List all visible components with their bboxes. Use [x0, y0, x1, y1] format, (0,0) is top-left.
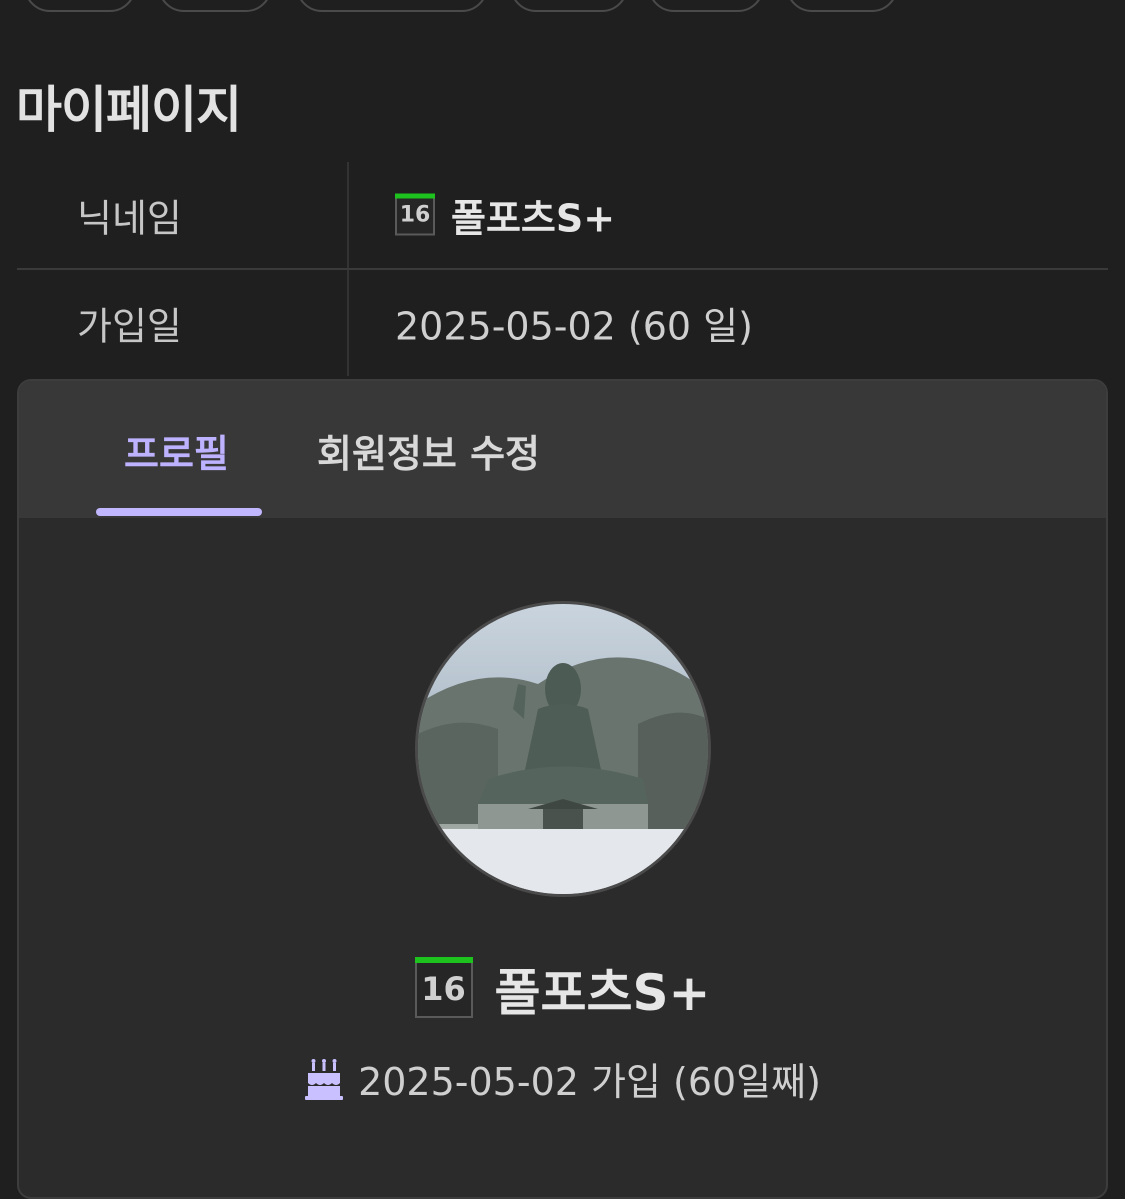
- active-tab-indicator: [96, 508, 262, 516]
- filter-chip[interactable]: [786, 0, 898, 12]
- joined-info: 2025-05-02 가입 (60일째): [19, 1051, 1106, 1106]
- joined-value: 2025-05-02 (60 일): [395, 304, 753, 349]
- level-badge: 16: [414, 957, 473, 1018]
- filter-chip[interactable]: [510, 0, 628, 12]
- profile-name-row: 16 폴포츠S+: [19, 953, 1106, 1025]
- nickname-value: 16 폴포츠S+: [395, 188, 615, 243]
- joined-label: 가입일: [77, 304, 182, 349]
- avatar[interactable]: [415, 601, 711, 897]
- filter-chip[interactable]: [24, 0, 136, 12]
- top-filter-chips: [0, 0, 1125, 14]
- row-divider: [347, 270, 349, 376]
- profile-tabs: 프로필 회원정보 수정: [19, 381, 1106, 518]
- tab-edit-member-info[interactable]: 회원정보 수정: [317, 423, 540, 478]
- row-divider: [347, 162, 349, 268]
- filter-chip[interactable]: [296, 0, 488, 12]
- joined-text: 2025-05-02 가입 (60일째): [358, 1060, 821, 1104]
- nickname-row: 닉네임 16 폴포츠S+: [17, 162, 1108, 270]
- joined-row: 가입일 2025-05-02 (60 일): [17, 270, 1108, 376]
- profile-card: 프로필 회원정보 수정 16 폴포츠S+ 2025-05-02 가입 (60일째…: [17, 379, 1108, 1199]
- filter-chip[interactable]: [648, 0, 764, 12]
- level-badge: 16: [395, 193, 435, 235]
- nickname-text: 폴포츠S+: [451, 196, 616, 241]
- profile-nickname: 폴포츠S+: [494, 964, 711, 1022]
- avatar-image: [418, 657, 708, 894]
- nickname-label: 닉네임: [77, 196, 182, 241]
- page-title: 마이페이지: [16, 81, 242, 139]
- filter-chip[interactable]: [158, 0, 272, 12]
- account-info-table: 닉네임 16 폴포츠S+ 가입일 2025-05-02 (60 일): [17, 162, 1108, 376]
- birthday-cake-icon: [305, 1058, 344, 1100]
- tab-profile[interactable]: 프로필: [124, 423, 229, 478]
